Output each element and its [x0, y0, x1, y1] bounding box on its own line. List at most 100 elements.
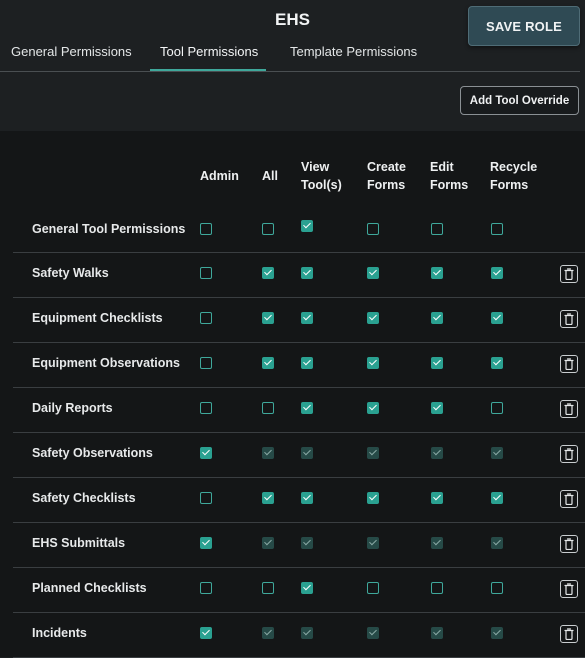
- permission-checkbox[interactable]: [262, 357, 274, 369]
- permission-checkbox[interactable]: [491, 223, 503, 235]
- permission-checkbox[interactable]: [491, 582, 503, 594]
- permission-checkbox[interactable]: [491, 357, 503, 369]
- trash-icon: [564, 358, 574, 370]
- permission-checkbox[interactable]: [200, 582, 212, 594]
- permission-checkbox[interactable]: [491, 402, 503, 414]
- delete-override-button[interactable]: [560, 265, 578, 283]
- permission-checkbox[interactable]: [301, 220, 313, 232]
- permission-checkbox[interactable]: [301, 357, 313, 369]
- permission-checkbox[interactable]: [301, 267, 313, 279]
- trash-icon: [564, 583, 574, 595]
- trash-icon: [564, 538, 574, 550]
- permission-row: Equipment Checklists: [13, 297, 585, 343]
- permission-checkbox[interactable]: [431, 223, 443, 235]
- trash-icon: [564, 448, 574, 460]
- permission-checkbox: [367, 447, 379, 459]
- delete-override-button[interactable]: [560, 400, 578, 418]
- add-tool-override-button[interactable]: Add Tool Override: [460, 86, 579, 115]
- permission-checkbox: [262, 447, 274, 459]
- delete-override-button[interactable]: [560, 445, 578, 463]
- permission-row: Incidents: [13, 612, 585, 658]
- permission-checkbox[interactable]: [367, 357, 379, 369]
- permission-checkbox[interactable]: [301, 312, 313, 324]
- permission-checkbox[interactable]: [200, 402, 212, 414]
- column-header-line: Forms: [490, 178, 529, 192]
- row-label: Equipment Observations: [32, 356, 180, 370]
- column-header: Edit Forms: [430, 158, 468, 194]
- permission-row: General Tool Permissions: [13, 207, 585, 253]
- tab-general-permissions[interactable]: General Permissions: [11, 44, 132, 59]
- permission-checkbox[interactable]: [367, 267, 379, 279]
- row-label: Daily Reports: [32, 401, 113, 415]
- permission-checkbox: [367, 627, 379, 639]
- permission-checkbox[interactable]: [491, 312, 503, 324]
- permission-checkbox[interactable]: [431, 492, 443, 504]
- permission-checkbox: [431, 447, 443, 459]
- column-header: All: [262, 167, 278, 185]
- column-header-line: All: [262, 169, 278, 183]
- permission-checkbox[interactable]: [431, 402, 443, 414]
- permission-checkbox[interactable]: [200, 627, 212, 639]
- permission-checkbox: [491, 627, 503, 639]
- delete-override-button[interactable]: [560, 535, 578, 553]
- row-label: Safety Checklists: [32, 491, 136, 505]
- permission-checkbox[interactable]: [262, 223, 274, 235]
- permission-row: EHS Submittals: [13, 522, 585, 568]
- column-header-line: Recycle: [490, 160, 538, 174]
- permission-checkbox[interactable]: [200, 492, 212, 504]
- permission-row: Safety Walks: [13, 252, 585, 298]
- delete-override-button[interactable]: [560, 580, 578, 598]
- permission-checkbox[interactable]: [491, 492, 503, 504]
- permission-checkbox[interactable]: [301, 492, 313, 504]
- permission-checkbox[interactable]: [367, 312, 379, 324]
- column-header: Create Forms: [367, 158, 406, 194]
- permission-checkbox[interactable]: [367, 492, 379, 504]
- permission-checkbox[interactable]: [200, 537, 212, 549]
- permission-checkbox[interactable]: [262, 312, 274, 324]
- trash-icon: [564, 313, 574, 325]
- row-label: Planned Checklists: [32, 581, 147, 595]
- permission-checkbox: [262, 627, 274, 639]
- trash-icon: [564, 493, 574, 505]
- permission-checkbox[interactable]: [367, 582, 379, 594]
- permission-checkbox[interactable]: [262, 402, 274, 414]
- permission-checkbox[interactable]: [367, 223, 379, 235]
- permission-checkbox[interactable]: [200, 357, 212, 369]
- tab-template-permissions[interactable]: Template Permissions: [290, 44, 417, 59]
- permission-checkbox[interactable]: [301, 582, 313, 594]
- permission-checkbox: [262, 537, 274, 549]
- column-header-line: Admin: [200, 169, 239, 183]
- column-header: Recycle Forms: [490, 158, 537, 194]
- column-header-line: Create: [367, 160, 406, 174]
- permission-checkbox: [431, 627, 443, 639]
- delete-override-button[interactable]: [560, 355, 578, 373]
- permission-checkbox: [431, 537, 443, 549]
- column-header: View Tool(s): [301, 158, 342, 194]
- permission-checkbox[interactable]: [431, 357, 443, 369]
- delete-override-button[interactable]: [560, 490, 578, 508]
- permission-checkbox[interactable]: [491, 267, 503, 279]
- permission-checkbox[interactable]: [200, 267, 212, 279]
- tab-tool-permissions[interactable]: Tool Permissions: [160, 44, 258, 59]
- column-header-line: Forms: [367, 178, 406, 192]
- row-label: General Tool Permissions: [32, 222, 186, 236]
- permission-checkbox[interactable]: [200, 223, 212, 235]
- permission-checkbox: [301, 447, 313, 459]
- column-header-line: View: [301, 160, 330, 174]
- permission-checkbox[interactable]: [431, 312, 443, 324]
- permission-checkbox[interactable]: [262, 267, 274, 279]
- permission-checkbox[interactable]: [262, 582, 274, 594]
- trash-icon: [564, 268, 574, 280]
- permission-checkbox[interactable]: [431, 582, 443, 594]
- delete-override-button[interactable]: [560, 625, 578, 643]
- permission-checkbox[interactable]: [200, 447, 212, 459]
- delete-override-button[interactable]: [560, 310, 578, 328]
- permission-checkbox[interactable]: [200, 312, 212, 324]
- permission-checkbox[interactable]: [262, 492, 274, 504]
- permission-row: Safety Checklists: [13, 477, 585, 523]
- permission-checkbox: [491, 447, 503, 459]
- permission-checkbox[interactable]: [431, 267, 443, 279]
- permission-checkbox[interactable]: [301, 402, 313, 414]
- permission-checkbox[interactable]: [367, 402, 379, 414]
- row-label: Incidents: [32, 626, 87, 640]
